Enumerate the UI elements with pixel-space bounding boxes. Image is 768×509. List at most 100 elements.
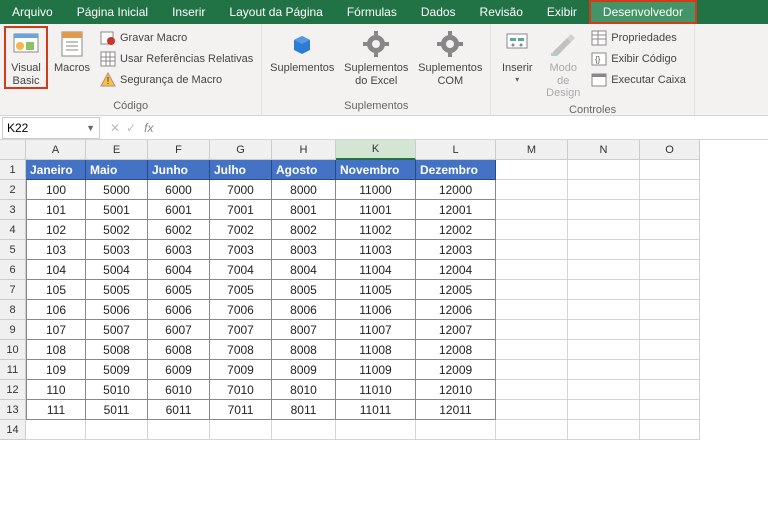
empty-cell[interactable]	[640, 340, 700, 360]
table-header-cell[interactable]: Novembro	[336, 160, 416, 180]
row-header-5[interactable]: 5	[0, 240, 26, 260]
empty-cell[interactable]	[336, 420, 416, 440]
table-cell[interactable]: 6005	[148, 280, 210, 300]
table-cell[interactable]: 8010	[272, 380, 336, 400]
empty-cell[interactable]	[640, 400, 700, 420]
name-box[interactable]: K22 ▼	[2, 117, 100, 139]
select-all-corner[interactable]	[0, 140, 26, 160]
table-cell[interactable]: 7000	[210, 180, 272, 200]
inserir-button[interactable]: Inserir ▾	[495, 26, 539, 86]
suplementos-excel-button[interactable]: Suplementos do Excel	[340, 26, 412, 89]
table-cell[interactable]: 100	[26, 180, 86, 200]
row-header-1[interactable]: 1	[0, 160, 26, 180]
table-cell[interactable]: 11000	[336, 180, 416, 200]
table-cell[interactable]: 5000	[86, 180, 148, 200]
table-cell[interactable]: 5006	[86, 300, 148, 320]
row-header-3[interactable]: 3	[0, 200, 26, 220]
table-cell[interactable]: 6007	[148, 320, 210, 340]
column-header-M[interactable]: M	[496, 140, 568, 160]
empty-cell[interactable]	[640, 160, 700, 180]
column-header-K[interactable]: K	[336, 140, 416, 160]
table-cell[interactable]: 12006	[416, 300, 496, 320]
row-header-14[interactable]: 14	[0, 420, 26, 440]
empty-cell[interactable]	[640, 220, 700, 240]
menu-tab-arquivo[interactable]: Arquivo	[0, 0, 65, 24]
empty-cell[interactable]	[640, 240, 700, 260]
table-header-cell[interactable]: Janeiro	[26, 160, 86, 180]
table-cell[interactable]: 11004	[336, 260, 416, 280]
table-cell[interactable]: 8011	[272, 400, 336, 420]
table-header-cell[interactable]: Julho	[210, 160, 272, 180]
table-cell[interactable]: 5009	[86, 360, 148, 380]
empty-cell[interactable]	[568, 220, 640, 240]
column-header-E[interactable]: E	[86, 140, 148, 160]
table-cell[interactable]: 11007	[336, 320, 416, 340]
table-cell[interactable]: 8009	[272, 360, 336, 380]
empty-cell[interactable]	[496, 320, 568, 340]
table-cell[interactable]: 11010	[336, 380, 416, 400]
table-cell[interactable]: 6001	[148, 200, 210, 220]
table-cell[interactable]: 103	[26, 240, 86, 260]
table-cell[interactable]: 105	[26, 280, 86, 300]
menu-tab-desenvolvedor[interactable]: Desenvolvedor	[589, 0, 697, 24]
menu-tab-dados[interactable]: Dados	[409, 0, 468, 24]
table-cell[interactable]: 12004	[416, 260, 496, 280]
table-cell[interactable]: 6006	[148, 300, 210, 320]
empty-cell[interactable]	[640, 300, 700, 320]
table-cell[interactable]: 5011	[86, 400, 148, 420]
table-cell[interactable]: 5004	[86, 260, 148, 280]
table-cell[interactable]: 5010	[86, 380, 148, 400]
macros-button[interactable]: Macros	[50, 26, 94, 77]
table-cell[interactable]: 8001	[272, 200, 336, 220]
table-cell[interactable]: 8002	[272, 220, 336, 240]
empty-cell[interactable]	[640, 200, 700, 220]
row-header-13[interactable]: 13	[0, 400, 26, 420]
empty-cell[interactable]	[568, 300, 640, 320]
empty-cell[interactable]	[496, 360, 568, 380]
table-cell[interactable]: 8007	[272, 320, 336, 340]
table-cell[interactable]: 106	[26, 300, 86, 320]
empty-cell[interactable]	[568, 360, 640, 380]
table-cell[interactable]: 7009	[210, 360, 272, 380]
column-header-N[interactable]: N	[568, 140, 640, 160]
row-header-12[interactable]: 12	[0, 380, 26, 400]
table-cell[interactable]: 7004	[210, 260, 272, 280]
empty-cell[interactable]	[272, 420, 336, 440]
table-cell[interactable]: 7002	[210, 220, 272, 240]
table-header-cell[interactable]: Junho	[148, 160, 210, 180]
empty-cell[interactable]	[640, 420, 700, 440]
empty-cell[interactable]	[496, 240, 568, 260]
row-header-7[interactable]: 7	[0, 280, 26, 300]
empty-cell[interactable]	[496, 380, 568, 400]
table-cell[interactable]: 7010	[210, 380, 272, 400]
empty-cell[interactable]	[496, 280, 568, 300]
suplementos-button[interactable]: Suplementos	[266, 26, 338, 77]
row-header-10[interactable]: 10	[0, 340, 26, 360]
empty-cell[interactable]	[496, 160, 568, 180]
table-cell[interactable]: 5007	[86, 320, 148, 340]
table-cell[interactable]: 108	[26, 340, 86, 360]
table-cell[interactable]: 101	[26, 200, 86, 220]
table-header-cell[interactable]: Agosto	[272, 160, 336, 180]
menu-tab-página-inicial[interactable]: Página Inicial	[65, 0, 160, 24]
table-cell[interactable]: 11006	[336, 300, 416, 320]
menu-tab-revisão[interactable]: Revisão	[468, 0, 535, 24]
table-cell[interactable]: 8005	[272, 280, 336, 300]
empty-cell[interactable]	[416, 420, 496, 440]
column-header-H[interactable]: H	[272, 140, 336, 160]
table-cell[interactable]: 6010	[148, 380, 210, 400]
table-cell[interactable]: 8004	[272, 260, 336, 280]
table-cell[interactable]: 12002	[416, 220, 496, 240]
empty-cell[interactable]	[568, 380, 640, 400]
menu-tab-layout-da-página[interactable]: Layout da Página	[217, 0, 334, 24]
table-cell[interactable]: 12001	[416, 200, 496, 220]
column-header-O[interactable]: O	[640, 140, 700, 160]
table-cell[interactable]: 5002	[86, 220, 148, 240]
table-cell[interactable]: 109	[26, 360, 86, 380]
table-cell[interactable]: 104	[26, 260, 86, 280]
empty-cell[interactable]	[568, 160, 640, 180]
menu-tab-exibir[interactable]: Exibir	[535, 0, 589, 24]
exibir-codigo-button[interactable]: {} Exibir Código	[587, 49, 690, 69]
empty-cell[interactable]	[496, 260, 568, 280]
empty-cell[interactable]	[568, 420, 640, 440]
